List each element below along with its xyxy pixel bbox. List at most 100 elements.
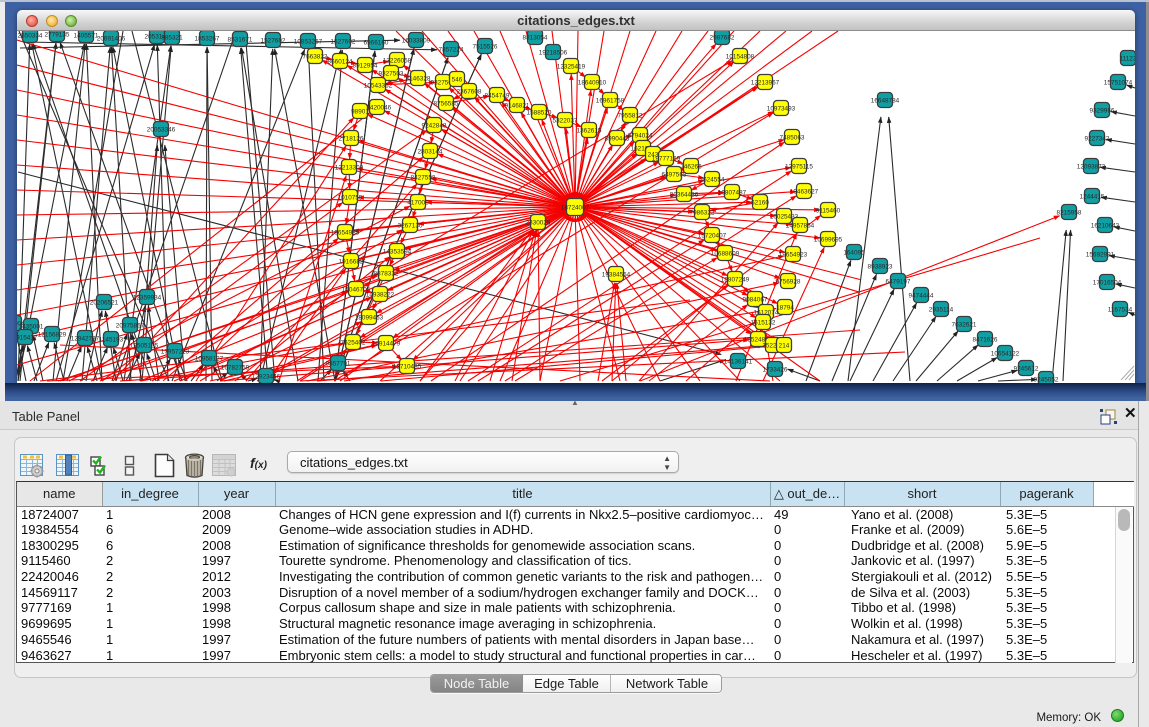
svg-text:16210643: 16210643 — [1091, 222, 1120, 229]
svg-text:8813054: 8813054 — [523, 34, 548, 41]
svg-text:7857224: 7857224 — [439, 46, 464, 53]
svg-text:8756585: 8756585 — [434, 100, 459, 107]
svg-text:8938923: 8938923 — [868, 263, 893, 270]
svg-text:10973493: 10973493 — [767, 105, 796, 112]
svg-text:214: 214 — [779, 342, 790, 349]
svg-text:16648784: 16648784 — [871, 97, 900, 104]
svg-text:9857791: 9857791 — [326, 360, 351, 367]
svg-text:15751074: 15751074 — [1104, 79, 1133, 86]
svg-text:19384554: 19384554 — [602, 271, 631, 278]
svg-text:9146821: 9146821 — [505, 102, 530, 109]
svg-text:12359934: 12359934 — [133, 294, 162, 301]
svg-text:18724007: 18724007 — [561, 204, 590, 211]
svg-text:1527602: 1527602 — [331, 38, 356, 45]
svg-text:14957864: 14957864 — [786, 222, 815, 229]
svg-text:14353594: 14353594 — [383, 248, 412, 255]
svg-text:3624554: 3624554 — [700, 176, 725, 183]
svg-text:98901: 98901 — [351, 108, 369, 115]
svg-text:6794024: 6794024 — [628, 132, 653, 139]
svg-text:1615132: 1615132 — [751, 319, 776, 326]
svg-text:8531671: 8531671 — [228, 36, 253, 43]
svg-text:7485063: 7485063 — [780, 134, 805, 141]
svg-text:1167534: 1167534 — [1108, 306, 1133, 313]
svg-text:20691406: 20691406 — [97, 35, 126, 42]
svg-text:12923446: 12923446 — [252, 373, 281, 380]
svg-text:10654122: 10654122 — [991, 350, 1020, 357]
svg-text:15720407: 15720407 — [698, 232, 727, 239]
svg-text:9242848: 9242848 — [422, 122, 447, 129]
svg-text:12093873: 12093873 — [1077, 163, 1106, 170]
svg-text:7986322: 7986322 — [690, 209, 715, 216]
svg-text:12156829: 12156829 — [38, 331, 67, 338]
svg-text:2779135: 2779135 — [45, 31, 70, 38]
svg-text:7515526: 7515526 — [473, 43, 498, 50]
svg-text:9329966: 9329966 — [1090, 107, 1115, 114]
svg-text:164095: 164095 — [843, 249, 865, 256]
svg-text:1405571: 1405571 — [74, 32, 99, 39]
svg-text:19654923: 19654923 — [779, 251, 808, 258]
svg-text:9245052: 9245052 — [1034, 376, 1059, 383]
svg-text:8912954: 8912954 — [353, 62, 378, 69]
svg-text:2550334: 2550334 — [18, 32, 43, 39]
svg-text:1010755: 1010755 — [338, 194, 363, 201]
svg-text:13710485: 13710485 — [393, 363, 422, 370]
svg-text:12505135: 12505135 — [130, 342, 159, 349]
svg-text:546: 546 — [452, 76, 463, 83]
svg-text:11123: 11123 — [1120, 55, 1135, 62]
svg-text:13226058: 13226058 — [383, 57, 412, 64]
svg-text:19463627: 19463627 — [790, 188, 819, 195]
svg-text:8427552: 8427552 — [411, 174, 436, 181]
svg-text:746266: 746266 — [680, 163, 702, 170]
svg-text:2367608: 2367608 — [457, 88, 482, 95]
svg-text:1362615: 1362615 — [577, 127, 602, 134]
svg-text:18099463: 18099463 — [355, 314, 384, 321]
svg-text:20053346: 20053346 — [147, 126, 176, 133]
svg-text:1145193: 1145193 — [99, 336, 124, 343]
svg-text:7955812: 7955812 — [618, 112, 643, 119]
svg-text:7632621: 7632621 — [952, 321, 977, 328]
svg-text:10543362: 10543362 — [364, 82, 393, 89]
svg-text:2330028: 2330028 — [526, 219, 551, 226]
svg-text:1527602: 1527602 — [261, 37, 286, 44]
svg-text:12325419: 12325419 — [557, 63, 586, 70]
svg-text:20206521: 20206521 — [90, 299, 119, 306]
svg-text:18640910: 18640910 — [578, 79, 607, 86]
svg-text:1588520: 1588520 — [527, 109, 552, 116]
svg-text:20364436: 20364436 — [670, 191, 699, 198]
svg-text:19218506: 19218506 — [539, 49, 568, 56]
svg-text:3915417: 3915417 — [17, 334, 38, 341]
svg-text:10154808: 10154808 — [726, 53, 755, 60]
svg-text:9756928: 9756928 — [776, 278, 801, 285]
svg-text:8146328: 8146328 — [406, 75, 431, 82]
svg-text:9227342: 9227342 — [1085, 135, 1110, 142]
svg-text:417006: 417006 — [407, 199, 429, 206]
svg-text:3267130: 3267130 — [398, 222, 423, 229]
svg-text:16961758: 16961758 — [596, 97, 625, 104]
svg-text:17016504: 17016504 — [1093, 279, 1122, 286]
svg-text:15692991: 15692991 — [1086, 251, 1115, 258]
svg-text:12213302: 12213302 — [335, 164, 364, 171]
svg-text:7625402: 7625402 — [341, 339, 366, 346]
svg-text:18807249: 18807249 — [721, 276, 750, 283]
svg-text:19777169: 19777169 — [652, 155, 681, 162]
svg-text:1733426: 1733426 — [763, 366, 788, 373]
svg-text:9327503: 9327503 — [379, 70, 404, 77]
svg-text:8471626: 8471626 — [973, 336, 998, 343]
svg-text:19654985: 19654985 — [331, 229, 360, 236]
svg-text:2935114: 2935114 — [929, 306, 954, 313]
svg-text:9115460: 9115460 — [816, 207, 841, 214]
svg-text:6479197: 6479197 — [886, 278, 911, 285]
svg-text:10958127: 10958127 — [195, 355, 224, 362]
svg-text:9245612: 9245612 — [1014, 365, 1039, 372]
svg-text:6966160: 6966160 — [364, 39, 389, 46]
svg-text:985321: 985321 — [161, 34, 183, 41]
svg-text:14136141: 14136141 — [724, 358, 753, 365]
svg-text:9474444: 9474444 — [909, 292, 934, 299]
svg-text:10807487: 10807487 — [718, 189, 747, 196]
svg-text:20975867: 20975867 — [116, 322, 145, 329]
svg-text:17957223: 17957223 — [161, 348, 190, 355]
svg-text:12942737: 12942737 — [71, 335, 100, 342]
svg-text:16914479: 16914479 — [372, 340, 401, 347]
svg-text:2803144: 2803144 — [418, 148, 443, 155]
svg-text:1244415: 1244415 — [1080, 193, 1105, 200]
